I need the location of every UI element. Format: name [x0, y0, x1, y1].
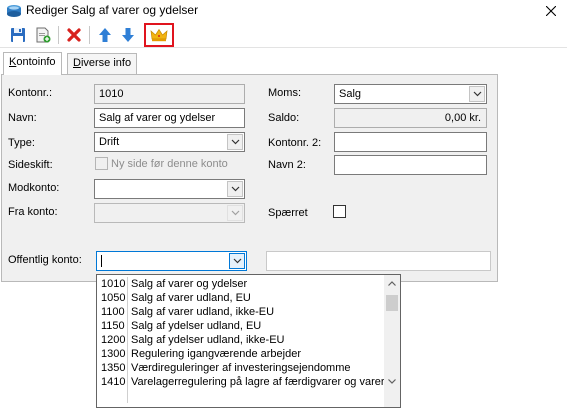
- arrow-up-icon: [99, 28, 111, 42]
- column-divider: [127, 389, 128, 403]
- list-item[interactable]: 1200 Salg af ydelser udland, ikke-EU: [97, 333, 385, 347]
- type-label: Type:: [8, 137, 35, 149]
- type-select[interactable]: Drift: [94, 132, 245, 152]
- column-divider: [127, 347, 128, 361]
- offentlig-select[interactable]: [96, 251, 247, 271]
- delete-button[interactable]: [64, 25, 84, 45]
- list-item[interactable]: 1100 Salg af varer udland, ikke-EU: [97, 305, 385, 319]
- scrollbar-thumb[interactable]: [386, 295, 398, 311]
- saldo-label: Saldo:: [268, 112, 300, 124]
- kontonr-field[interactable]: 1010: [94, 84, 245, 104]
- crown-button[interactable]: [144, 23, 174, 47]
- save-new-icon: [36, 27, 51, 43]
- column-divider: [127, 375, 128, 389]
- chevron-down-icon[interactable]: [227, 134, 243, 150]
- navn-label: Navn:: [8, 112, 37, 124]
- tab-kontoinfo[interactable]: Kontoinfo: [3, 52, 62, 75]
- chevron-down-icon[interactable]: [227, 205, 243, 221]
- list-item[interactable]: 1300 Regulering igangværende arbejder: [97, 347, 385, 361]
- close-icon: [545, 6, 556, 16]
- list-item-name: Salg af varer udland, ikke-EU: [131, 306, 275, 318]
- offentlig-dropdown-list[interactable]: 1010 Salg af varer og ydelser 1050 Salg af…: [96, 274, 401, 408]
- save-new-button[interactable]: [33, 25, 53, 45]
- moms-select[interactable]: Salg: [334, 84, 487, 104]
- column-divider: [127, 319, 128, 333]
- list-item[interactable]: 1050 Salg af varer udland, EU: [97, 291, 385, 305]
- tab-diverse-label: iverse info: [80, 57, 132, 69]
- arrow-down-icon: [122, 28, 134, 42]
- kontonr2-field[interactable]: [334, 132, 487, 152]
- saldo-field: 0,00 kr.: [334, 108, 487, 128]
- toolbar: [0, 22, 567, 48]
- list-item-name: Salg af ydelser udland, ikke-EU: [131, 334, 285, 346]
- toolbar-separator: [89, 26, 90, 44]
- list-item-name: Varelagerregulering på lagre af færdigva…: [131, 376, 385, 388]
- list-item[interactable]: 1150 Salg af ydelser udland, EU: [97, 319, 385, 333]
- sideskift-label: Sideskift:: [8, 159, 53, 171]
- save-icon: [11, 28, 25, 42]
- scroll-down-icon[interactable]: [386, 374, 398, 388]
- list-item-code: 1410: [101, 376, 126, 388]
- chevron-down-icon[interactable]: [469, 86, 485, 102]
- list-item-name: Salg af varer udland, EU: [131, 292, 251, 304]
- list-item[interactable]: 1350 Værdireguleringer af investeringseje…: [97, 361, 385, 375]
- dropdown-scrollbar[interactable]: [384, 275, 400, 407]
- window-title: Rediger Salg af varer og ydelser: [26, 3, 199, 17]
- offentlig-name-field[interactable]: [266, 251, 491, 271]
- column-divider: [127, 361, 128, 375]
- close-button[interactable]: [534, 0, 567, 22]
- tab-kontoinfo-label: ontoinfo: [16, 56, 56, 68]
- frakonto-select[interactable]: [94, 203, 245, 223]
- list-item-code: 1300: [101, 348, 126, 360]
- list-item-code: 1200: [101, 334, 126, 346]
- frakonto-label: Fra konto:: [8, 206, 58, 218]
- modkonto-select[interactable]: [94, 179, 245, 199]
- column-divider: [127, 333, 128, 347]
- kontonr-label: Kontonr.:: [8, 87, 53, 99]
- column-divider: [127, 305, 128, 319]
- spaerret-checkbox[interactable]: [333, 205, 346, 218]
- modkonto-label: Modkonto:: [8, 182, 60, 194]
- moms-select-value: Salg: [339, 88, 362, 100]
- list-item-code: 1150: [101, 320, 125, 332]
- list-item-code: 1050: [101, 292, 126, 304]
- list-item-code: 1100: [101, 306, 125, 318]
- navn2-label: Navn 2:: [268, 159, 306, 171]
- tab-diverse-accesskey: D: [73, 57, 81, 69]
- list-item-code: 1010: [101, 278, 126, 290]
- app-icon: [6, 4, 22, 18]
- column-divider: [127, 291, 128, 305]
- list-item[interactable]: 1410 Varelagerregulering på lagre af færd…: [97, 375, 385, 389]
- text-cursor: [101, 255, 102, 268]
- offentlig-label: Offentlig konto:: [8, 254, 82, 266]
- tab-diverse-info[interactable]: Diverse info: [67, 53, 138, 74]
- scroll-up-icon[interactable]: [386, 276, 398, 290]
- delete-icon: [67, 28, 81, 42]
- list-item-name: Regulering igangværende arbejder: [131, 348, 302, 360]
- navn2-field[interactable]: [334, 155, 487, 175]
- list-item-name: Salg af ydelser udland, EU: [131, 320, 262, 332]
- type-select-value: Drift: [99, 136, 120, 148]
- save-button[interactable]: [8, 25, 28, 45]
- list-item-name: Værdireguleringer af investeringsejendom…: [131, 362, 351, 374]
- move-down-button[interactable]: [118, 25, 138, 45]
- list-item[interactable]: 1010 Salg af varer og ydelser: [97, 277, 385, 291]
- crown-icon: [150, 28, 168, 42]
- list-item[interactable]: [97, 389, 385, 403]
- move-up-button[interactable]: [95, 25, 115, 45]
- ny-side-label: Ny side før denne konto: [111, 158, 228, 170]
- navn-field[interactable]: Salg af varer og ydelser: [94, 108, 245, 128]
- chevron-down-icon[interactable]: [229, 253, 245, 269]
- toolbar-separator: [58, 26, 59, 44]
- ny-side-checkbox[interactable]: [95, 157, 108, 170]
- chevron-down-icon[interactable]: [227, 181, 243, 197]
- moms-label: Moms:: [268, 87, 301, 99]
- column-divider: [127, 277, 128, 291]
- list-item-name: Salg af varer og ydelser: [131, 278, 248, 290]
- list-item-code: 1350: [101, 362, 126, 374]
- kontonr2-label: Kontonr. 2:: [268, 137, 322, 149]
- spaerret-label: Spærret: [268, 207, 308, 219]
